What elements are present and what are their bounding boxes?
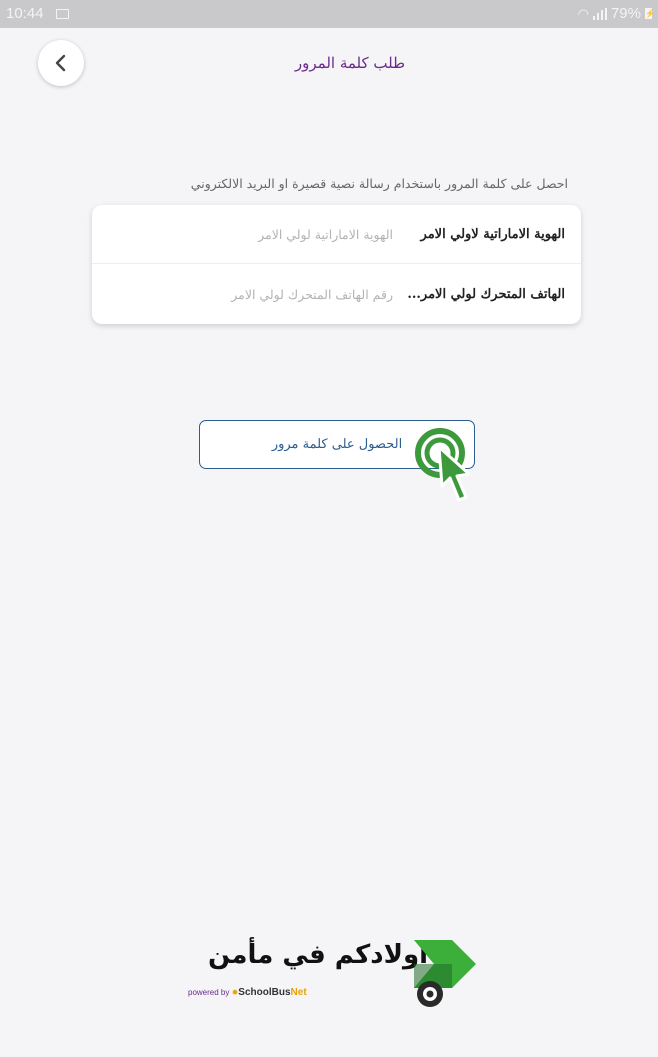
- emirates-id-label: الهوية الاماراتية لاولي الامر: [420, 226, 565, 242]
- click-cursor-icon: [415, 428, 471, 502]
- slogan-text: اولادكم في مأمن: [208, 940, 429, 970]
- input-card: الهوية الاماراتية لاولي الامر الهاتف الم…: [92, 205, 581, 324]
- signal-icon: [592, 7, 607, 20]
- mobile-label: الهاتف المتحرك لولي الامر...: [407, 287, 565, 302]
- battery-charging-icon: ⚡: [645, 8, 655, 19]
- mobile-input[interactable]: [106, 286, 395, 303]
- powered-by: powered by ✹SchoolBusNet: [188, 987, 307, 998]
- image-icon: [56, 9, 69, 19]
- powered-by-label: powered by: [188, 988, 230, 997]
- brand-net: Net: [290, 987, 307, 998]
- brand-school: SchoolBus: [238, 987, 291, 998]
- status-time: 10:44: [6, 5, 44, 22]
- mobile-row: الهاتف المتحرك لولي الامر...: [92, 265, 581, 324]
- brand-logo: اولادكم في مأمن powered by ✹SchoolBusNet: [150, 910, 530, 1030]
- emirates-id-input[interactable]: [106, 225, 395, 243]
- emirates-id-row: الهوية الاماراتية لاولي الامر: [92, 205, 581, 264]
- battery-level: 79%: [610, 5, 641, 22]
- wifi-icon: ◠: [577, 5, 589, 21]
- page-title: طلب كلمة المرور: [294, 54, 406, 72]
- bus-logo-icon: [414, 940, 476, 1007]
- back-button[interactable]: [38, 40, 84, 86]
- instruction-text: احصل على كلمة المرور باستخدام رسالة نصية…: [190, 176, 568, 191]
- chevron-left-icon: [55, 54, 66, 72]
- status-right: ◠ 79% ⚡: [577, 5, 655, 22]
- status-bar: 10:44 ◠ 79% ⚡: [0, 0, 658, 28]
